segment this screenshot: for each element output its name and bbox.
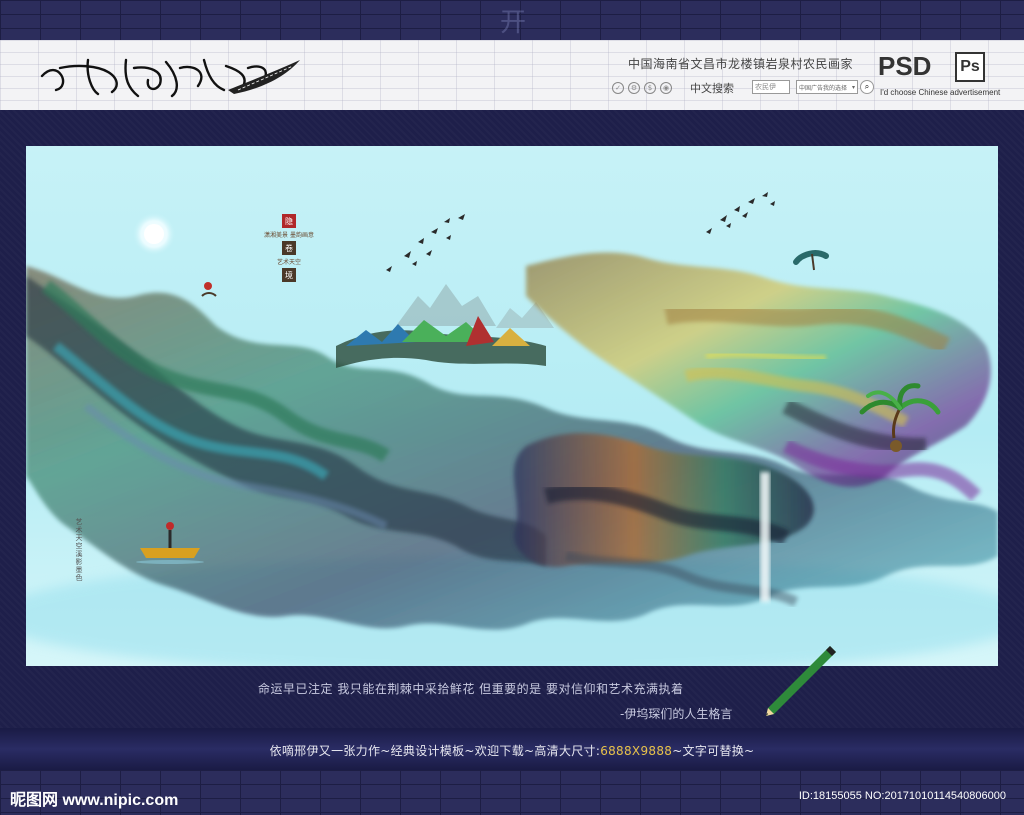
search-category-select[interactable]: 中国广告我的选择 ▾ — [796, 80, 858, 94]
search-input[interactable] — [752, 80, 790, 94]
header-icon-row: ✓ ⚙ $ ◉ — [612, 82, 672, 94]
site-logo[interactable]: 昵图网 www.nipic.com — [10, 786, 178, 810]
psd-label: PSD — [878, 51, 932, 81]
quote-author: -伊坞琛们的人生格言 — [620, 707, 733, 721]
circle-gear-icon[interactable]: ⚙ — [628, 82, 640, 94]
header-title-line: 中国海南省文昌市龙楼镇岩泉村农民画家 — [628, 57, 854, 71]
circle-user-icon[interactable]: ◉ — [660, 82, 672, 94]
seal-bottom: 境 — [282, 268, 296, 282]
chevron-down-icon: ▾ — [851, 83, 855, 91]
photoshop-badge: Ps — [955, 52, 985, 82]
side-vertical-text: 艺术天空溪影墨色 — [75, 518, 83, 582]
search-label: 中文搜索 — [690, 82, 734, 95]
ink-landscape-artwork — [26, 146, 998, 666]
circle-coin-icon[interactable]: $ — [644, 82, 656, 94]
banner-text-before: 依嘀邢伊又一张力作~经典设计模板~欢迎下载~高清大尺寸: — [269, 744, 601, 758]
banner-size-highlight: 6888X9888 — [600, 744, 673, 758]
image-id-line: ID:18155055 NO:20171010114540806000 — [798, 790, 1006, 802]
banner-text-after: ~文字可替换~ — [672, 744, 755, 758]
artwork-seal-stack: 隐 潇湘美景 墨韵画意 卷 艺术天空 境 — [264, 214, 314, 282]
search-icon[interactable]: ⌕ — [860, 80, 874, 94]
quote-line: 命运早已注定 我只能在荆棘中采拾鲜花 但重要的是 要对信仰和艺术充满执着 — [258, 682, 684, 696]
seal-caption-1: 潇湘美景 墨韵画意 — [264, 232, 314, 239]
top-watermark: 开 — [500, 8, 531, 38]
search-select-value: 中国广告我的选择 — [799, 84, 848, 92]
circle-check-icon[interactable]: ✓ — [612, 82, 624, 94]
seal-top: 隐 — [282, 214, 296, 228]
promo-banner-text: 依嘀邢伊又一张力作~经典设计模板~欢迎下载~高清大尺寸:6888X9888~文字… — [0, 742, 1024, 759]
calligraphy-signature — [40, 58, 300, 98]
seal-middle: 卷 — [282, 241, 296, 255]
header-english-line: I'd choose Chinese advertisement — [880, 88, 1001, 97]
seal-caption-2: 艺术天空 — [276, 259, 301, 266]
pencil-icon — [766, 646, 836, 716]
